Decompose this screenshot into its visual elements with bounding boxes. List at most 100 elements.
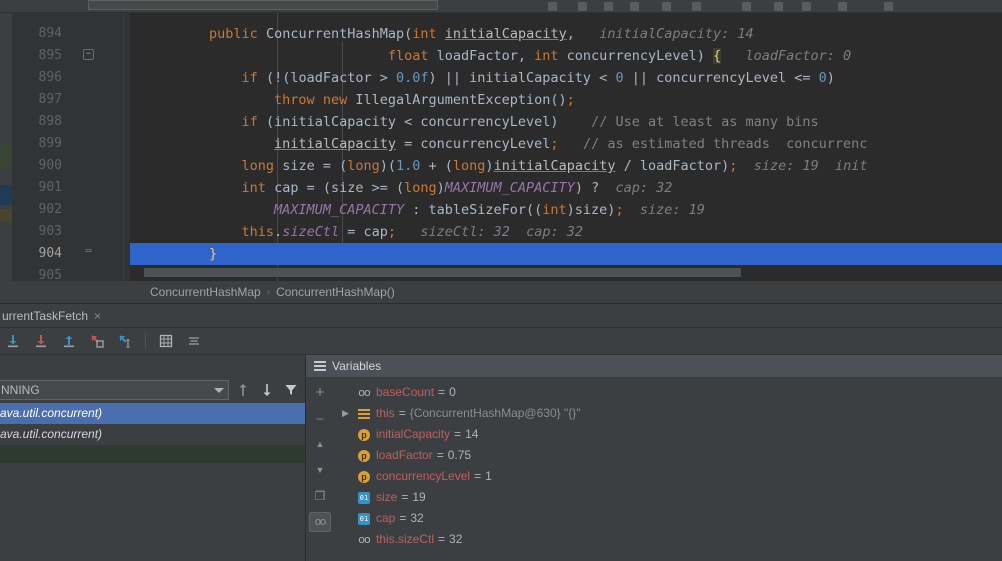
variable-row[interactable]: ▶oothis.sizeCtl=32 (334, 529, 1002, 550)
code-line[interactable]: long size = (long)(1.0 + (long)initialCa… (130, 155, 1002, 177)
line-number[interactable]: 897 (12, 89, 130, 111)
code-editor[interactable]: 894 895−896 897 898 899 900 901 902 903 904 ▭ 905 p… (0, 13, 1002, 281)
frame-list-item[interactable]: ava.util.concurrent) (0, 424, 305, 445)
line-number[interactable]: 903 (12, 221, 130, 243)
fold-collapse-icon[interactable]: − (83, 49, 94, 60)
line-number[interactable]: 902 (12, 199, 130, 221)
move-up-button[interactable]: ▲ (309, 434, 331, 454)
run-to-cursor-button[interactable] (112, 329, 138, 353)
breadcrumb[interactable]: ConcurrentHashMap › ConcurrentHashMap() (0, 281, 1002, 304)
variable-value: 0.75 (447, 448, 472, 462)
code-token: long (452, 158, 486, 174)
copy-value-button[interactable]: ❐ (309, 486, 331, 506)
scrollbar-thumb[interactable] (144, 268, 741, 277)
object-icon (356, 408, 372, 419)
code-token: cap = (size >= ( (265, 180, 405, 196)
variables-side-toolbar[interactable]: + – ▲ ▼ ❐ oo (306, 378, 334, 561)
expand-arrow-icon[interactable]: ▶ (342, 403, 354, 424)
line-number[interactable]: 894 (12, 23, 130, 45)
toolbar-icon-2[interactable] (578, 2, 587, 11)
breadcrumb-item-method[interactable]: ConcurrentHashMap() (276, 285, 395, 299)
toolbar-icon-7[interactable] (774, 2, 783, 11)
toolbar-icon-10[interactable] (884, 2, 893, 11)
line-number[interactable]: 900 (12, 155, 130, 177)
frames-list[interactable]: ava.util.concurrent) ava.util.concurrent) (0, 403, 305, 561)
frames-toolbar[interactable]: NNING (0, 377, 305, 403)
frames-down-button[interactable] (257, 380, 277, 400)
step-into-button[interactable] (28, 329, 54, 353)
debugger-stepping-toolbar[interactable] (0, 328, 1002, 355)
code-line[interactable]: public ConcurrentHashMap(int initialCapa… (130, 23, 1002, 45)
editor-horizontal-scrollbar[interactable] (130, 267, 999, 278)
variable-row[interactable]: ▶01size=19 (334, 487, 1002, 508)
move-down-button[interactable]: ▼ (309, 460, 331, 480)
code-token: initialCapacity (274, 136, 396, 152)
navigation-bar-field[interactable] (88, 0, 438, 10)
step-over-button[interactable] (0, 329, 26, 353)
toolbar-icon-5[interactable] (692, 2, 701, 11)
equals-sign: = (401, 490, 409, 504)
code-line[interactable]: this.sizeCtl = cap; sizeCtl: 32 cap: 32 (130, 221, 1002, 243)
toolbar-icon-6[interactable] (742, 2, 751, 11)
toolbar-icon-3[interactable] (604, 2, 613, 11)
line-number-gutter[interactable]: 894 895−896 897 898 899 900 901 902 903 904 ▭ 905 (12, 13, 130, 281)
close-icon[interactable]: × (94, 310, 101, 322)
line-number[interactable]: 905 (12, 265, 130, 281)
code-line[interactable]: } (130, 243, 1002, 265)
line-number[interactable]: 904 ▭ (12, 243, 130, 265)
code-line[interactable]: if (!(loadFactor > 0.0f) || initialCapac… (130, 67, 1002, 89)
frame-list-item[interactable]: ava.util.concurrent) (0, 403, 305, 424)
watches-toggle-button[interactable]: oo (309, 512, 331, 532)
debug-session-tab[interactable]: urrentTaskFetch × (0, 304, 109, 327)
thread-selector-dropdown[interactable]: NNING (0, 380, 229, 400)
variables-list[interactable]: ▶oobaseCount=0▶this={ConcurrentHashMap@6… (334, 378, 1002, 561)
static-field-icon: oo (358, 533, 371, 546)
code-token: : tableSizeFor(( (404, 202, 543, 218)
line-number[interactable]: 896 (12, 67, 130, 89)
code-token: concurrencyLevel) (558, 48, 713, 64)
variable-name: this.sizeCtl (376, 532, 435, 546)
toolbar-icon-8[interactable] (802, 2, 811, 11)
evaluate-expression-button[interactable] (153, 329, 179, 353)
fold-end-icon[interactable]: ▭ (83, 247, 94, 258)
toolbar-icon-9[interactable] (838, 2, 847, 11)
variable-row[interactable]: ▶01cap=32 (334, 508, 1002, 529)
code-line[interactable]: initialCapacity = concurrencyLevel; // a… (130, 133, 1002, 155)
code-line[interactable]: float loadFactor, int concurrencyLevel) … (130, 45, 1002, 67)
code-token: 0.0f (395, 70, 429, 86)
step-out-button[interactable] (56, 329, 82, 353)
line-number[interactable]: 895− (12, 45, 130, 67)
breadcrumb-item-class[interactable]: ConcurrentHashMap (150, 285, 261, 299)
code-line[interactable]: throw new IllegalArgumentException(); (130, 89, 1002, 111)
variable-name: initialCapacity (376, 427, 451, 441)
debug-toolbar-icon[interactable] (662, 2, 671, 11)
variable-row[interactable]: ▶ this = {ConcurrentHashMap@630} "{}" (334, 403, 1002, 424)
code-token: MAXIMUM_CAPACITY (444, 180, 575, 196)
line-number[interactable]: 898 (12, 111, 130, 133)
equals-sign: = (454, 427, 462, 441)
code-line[interactable]: int cap = (size >= (long)MAXIMUM_CAPACIT… (130, 177, 1002, 199)
debug-tool-window-tabs[interactable]: urrentTaskFetch × (0, 304, 1002, 328)
code-area[interactable]: public ConcurrentHashMap(int initialCapa… (130, 13, 1002, 281)
show-execution-point-button[interactable] (181, 329, 207, 353)
variable-row[interactable]: ▶oobaseCount=0 (334, 382, 1002, 403)
force-step-into-button[interactable] (84, 329, 110, 353)
variable-row[interactable]: ▶pinitialCapacity=14 (334, 424, 1002, 445)
frames-up-button[interactable] (233, 380, 253, 400)
toolbar-icon-1[interactable] (548, 2, 557, 11)
frames-filter-button[interactable] (281, 380, 301, 400)
code-line[interactable]: if (initialCapacity < concurrencyLevel) … (130, 111, 1002, 133)
chevron-down-icon[interactable] (214, 387, 224, 393)
variable-row[interactable]: ▶ploadFactor=0.75 (334, 445, 1002, 466)
line-number[interactable]: 899 (12, 133, 130, 155)
line-number[interactable]: 901 (12, 177, 130, 199)
add-watch-button[interactable]: + (309, 382, 331, 402)
toolbar-icon-4[interactable] (630, 2, 639, 11)
code-line[interactable]: MAXIMUM_CAPACITY : tableSizeFor((int)siz… (130, 199, 1002, 221)
variable-row[interactable]: ▶pconcurrencyLevel=1 (334, 466, 1002, 487)
remove-watch-button[interactable]: – (309, 408, 331, 428)
